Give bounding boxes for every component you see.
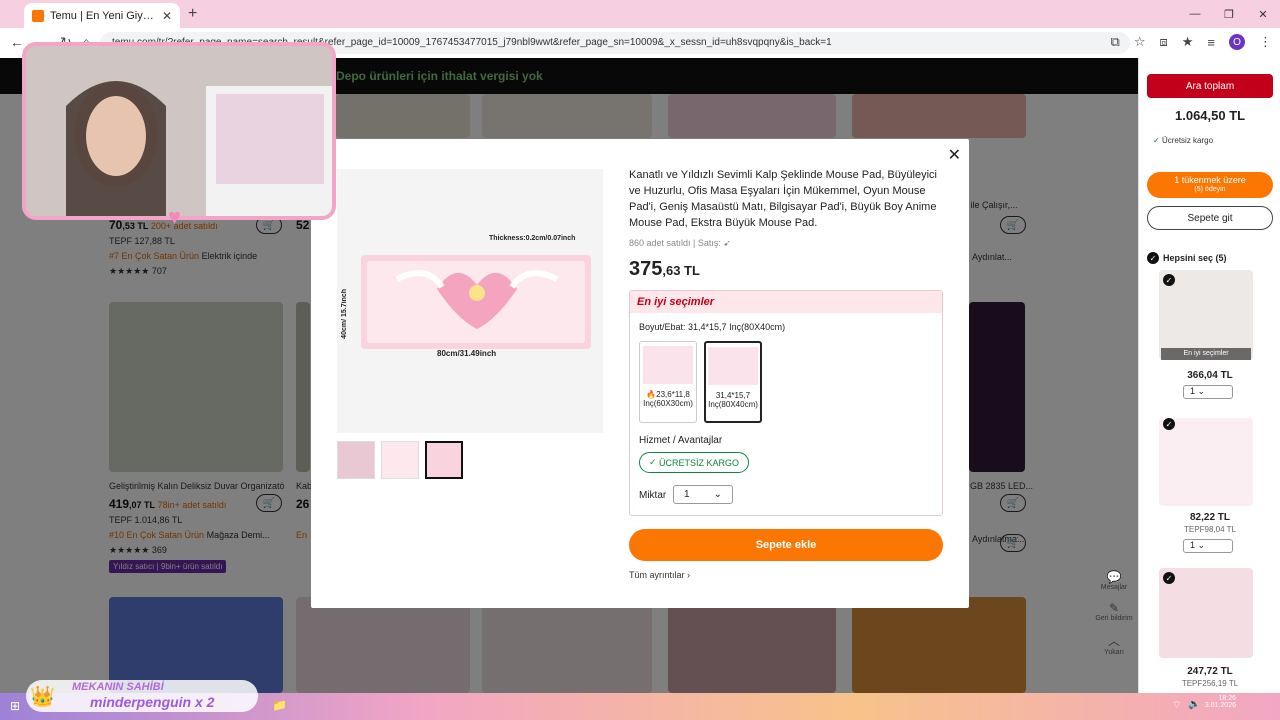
minimize-icon[interactable]: — xyxy=(1178,0,1212,28)
browser-tools: ⧉ ☆ ⧈ ★ ≡ O ⋮ xyxy=(1111,34,1272,50)
tab-bar: Temu | En Yeni Giyim, Güzellik, Ev ✕ + —… xyxy=(0,0,1280,28)
quantity-select[interactable]: 1 ⌄ xyxy=(673,485,733,504)
checked-icon: ✓ xyxy=(1147,252,1159,264)
best-choices-header: En iyi seçimler xyxy=(630,291,942,313)
close-tab-icon[interactable]: ✕ xyxy=(162,9,172,23)
sales-trend-icon: ➹ xyxy=(723,238,731,248)
subtotal-amount: 1.064,50 TL xyxy=(1175,108,1246,123)
window-controls: — ❐ ✕ xyxy=(1178,0,1280,28)
width-label: 80cm/31.49inch xyxy=(437,349,497,358)
cart-item-qty-select[interactable]: 1 ⌄ xyxy=(1183,539,1233,553)
product-title[interactable]: Kanatlı ve Yıldızlı Sevimli Kalp Şeklind… xyxy=(629,167,939,231)
stream-alert-title: MEKANIN SAHİBİ xyxy=(72,681,164,693)
all-details-link[interactable]: Tüm ayrıntılar › xyxy=(629,570,690,580)
free-shipping-badge: ✓ ÜCRETSİZ KARGO xyxy=(639,452,749,473)
app-icon[interactable]: 📁 xyxy=(272,698,287,712)
product-quick-view-modal: ✕ Thickness:0.2cm/0.07inch 40cm/ 15.7inc… xyxy=(311,139,969,608)
media-icon[interactable]: ≡ xyxy=(1207,35,1215,50)
size-label: Boyut/Ebat: 31,4*15,7 Inç(80X40cm) xyxy=(639,322,786,332)
tab-title: Temu | En Yeni Giyim, Güzellik, Ev xyxy=(50,9,156,22)
install-icon[interactable]: ⧉ xyxy=(1111,34,1120,50)
add-to-cart-button[interactable]: Sepete ekle xyxy=(629,529,943,561)
quantity-label: Miktar xyxy=(639,490,667,501)
temu-favicon-icon xyxy=(32,9,44,22)
chevron-up-icon: ︿ xyxy=(1107,634,1120,648)
item-checked-icon[interactable]: ✓ xyxy=(1163,418,1175,430)
chat-icon: 💬 xyxy=(1106,570,1122,584)
chevron-down-icon: ⌄ xyxy=(713,489,722,500)
windows-start-icon[interactable]: ⊞ xyxy=(10,699,20,713)
close-icon[interactable]: ✕ xyxy=(948,145,961,165)
fire-icon: 🔥 xyxy=(646,390,657,399)
side-cart: Ara toplam 1.064,50 TL ✓ Ücretsiz kargo … xyxy=(1138,58,1280,693)
crown-icon: 👑 xyxy=(30,686,55,708)
options-panel: En iyi seçimler Boyut/Ebat: 31,4*15,7 In… xyxy=(629,290,943,516)
product-price: 375,63 TL xyxy=(629,258,700,280)
check-icon: ✓ xyxy=(648,457,657,467)
close-window-icon[interactable]: ✕ xyxy=(1246,0,1280,28)
item-checked-icon[interactable]: ✓ xyxy=(1163,274,1175,286)
system-clock[interactable]: 18:26 3.01.2026 xyxy=(1205,695,1236,709)
cart-item-image[interactable] xyxy=(1159,418,1253,506)
select-all-checkbox[interactable]: ✓ Hepsini seç (5) xyxy=(1147,252,1227,264)
subtotal-button[interactable]: Ara toplam xyxy=(1147,74,1273,98)
restore-icon[interactable]: ❐ xyxy=(1212,0,1246,28)
cart-item-price: 366,04 TL xyxy=(1187,370,1233,381)
chevron-right-icon: › xyxy=(687,570,691,580)
size-preview-image xyxy=(708,347,758,385)
services-label: Hizmet / Avantajlar xyxy=(639,435,723,446)
cart-item-price: 247,72 TL xyxy=(1187,666,1233,677)
cart-item-orig-price: TEPF256,19 TL xyxy=(1181,679,1239,688)
low-stock-button[interactable]: 1 tükenmek üzere (5) ödeyin xyxy=(1147,172,1273,198)
feedback-icon: ✎ xyxy=(1108,601,1120,615)
browser-tab[interactable]: Temu | En Yeni Giyim, Güzellik, Ev ✕ xyxy=(24,3,180,28)
size-option-80x40[interactable]: 31,4*15,7 Inç(80X40cm) xyxy=(704,341,762,423)
top-choice-tag: En iyi seçimler xyxy=(1161,348,1251,360)
profile-avatar[interactable]: O xyxy=(1229,34,1245,50)
thumbnail[interactable] xyxy=(337,441,375,479)
back-to-top-button[interactable]: ︿ Yukarı xyxy=(1092,632,1136,656)
height-label: 40cm/ 15.7inch xyxy=(341,289,348,339)
thumbnail-selected[interactable] xyxy=(425,441,463,479)
item-checked-icon[interactable]: ✓ xyxy=(1163,572,1175,584)
webcam-feed xyxy=(66,81,332,216)
size-option-60x30[interactable]: 🔥23,6*11,8 Inç(60X30cm) xyxy=(639,341,697,423)
stream-alert: 👑 MEKANIN SAHİBİ minderpenguin x 2 xyxy=(26,680,258,712)
favorites-icon[interactable]: ★ xyxy=(1182,34,1194,50)
extensions-icon[interactable]: ⧈ xyxy=(1159,34,1167,50)
cart-item-orig-price: TEPF98,04 TL xyxy=(1184,525,1236,534)
mousepad-illustration xyxy=(361,255,591,349)
floating-tools: 💬 Mesajlar ✎ Geri bildirim ︿ Yukarı xyxy=(1092,570,1136,666)
thickness-label: Thickness:0.2cm/0.07inch xyxy=(489,235,576,242)
check-icon: ✓ xyxy=(1153,136,1160,145)
wifi-icon[interactable]: ⌔ xyxy=(1172,699,1181,712)
image-thumbnails xyxy=(337,441,463,479)
volume-icon[interactable]: 🔈 xyxy=(1188,699,1200,710)
new-tab-icon[interactable]: + xyxy=(188,5,197,23)
cart-item-price: 82,22 TL xyxy=(1189,512,1231,523)
bookmark-star-icon[interactable]: ☆ xyxy=(1134,34,1146,50)
menu-icon[interactable]: ⋮ xyxy=(1259,34,1272,50)
subtotal-label: Ara toplam xyxy=(1185,80,1235,92)
thumbnail[interactable] xyxy=(381,441,419,479)
go-to-cart-button[interactable]: Sepete git xyxy=(1147,206,1273,230)
heart-icon: ♥ xyxy=(168,204,182,229)
feedback-button[interactable]: ✎ Geri bildirim xyxy=(1092,601,1136,622)
sold-count: 860 adet satıldı | Satış: ➹ xyxy=(629,238,731,248)
product-main-image[interactable]: Thickness:0.2cm/0.07inch 40cm/ 15.7inch … xyxy=(337,169,603,433)
free-shipping-note: ✓ Ücretsiz kargo xyxy=(1153,136,1214,145)
webcam-overlay xyxy=(22,42,336,220)
size-preview-image xyxy=(643,346,693,384)
messages-button[interactable]: 💬 Mesajlar xyxy=(1092,570,1136,591)
stream-alert-user: minderpenguin x 2 xyxy=(90,694,215,710)
cart-item-qty-select[interactable]: 1 ⌄ xyxy=(1183,385,1233,399)
back-icon[interactable]: ← xyxy=(10,34,24,50)
